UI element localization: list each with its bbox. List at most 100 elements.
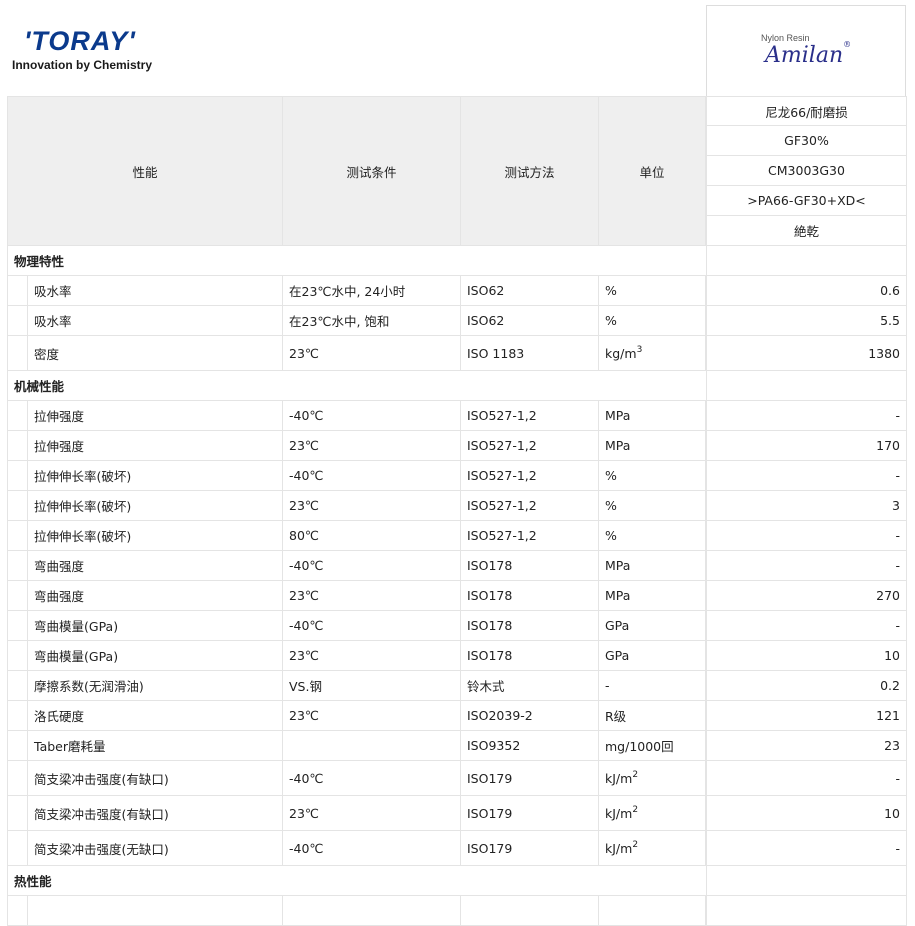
cell-unit: GPa bbox=[599, 611, 706, 641]
cell-value: 270 bbox=[706, 581, 907, 611]
table-row: 简支梁冲击强度(有缺口) 23℃ ISO179 kJ/m 2 10 bbox=[7, 796, 907, 831]
cell-unit: % bbox=[599, 276, 706, 306]
header-iso-designation: >PA66-GF30+XD< bbox=[706, 186, 907, 216]
empty-cell bbox=[461, 896, 599, 926]
table-row: 拉伸伸长率(破坏) 80℃ ISO527-1,2% - bbox=[7, 521, 907, 551]
table-row: 弯曲模量(GPa) 23℃ ISO178 GPa 10 bbox=[7, 641, 907, 671]
section-title: 机械性能 bbox=[7, 371, 706, 401]
brand-tagline: Innovation by Chemistry bbox=[12, 58, 153, 72]
cell-property: 简支梁冲击强度(有缺口) bbox=[27, 761, 283, 796]
cell-unit: MPa bbox=[599, 401, 706, 431]
cell-unit: % bbox=[599, 491, 706, 521]
table-row: 摩擦系数(无润滑油) VS.钢 铃木式 - 0.2 bbox=[7, 671, 907, 701]
unit-text: % bbox=[605, 283, 617, 298]
empty-cell bbox=[283, 896, 461, 926]
table-row: 简支梁冲击强度(无缺口) -40℃ ISO179 kJ/m 2- bbox=[7, 831, 907, 866]
unit-text: % bbox=[605, 498, 617, 513]
table-row: 洛氏硬度 23℃ ISO2039-2 R级 121 bbox=[7, 701, 907, 731]
section-value-cell bbox=[706, 246, 907, 276]
section-value-cell bbox=[706, 371, 907, 401]
product-name: Amilan bbox=[765, 43, 844, 68]
cell-method: ISO527-1,2 bbox=[461, 521, 599, 551]
table-header: 性能 测试条件 测试方法 单位 尼龙66/耐磨损 GF30% CM3003G30… bbox=[7, 96, 907, 246]
cell-method: ISO179 bbox=[461, 831, 599, 866]
unit-text: mg/1000回 bbox=[605, 739, 674, 754]
cell-condition: 23℃ bbox=[283, 336, 461, 371]
cell-method: ISO178 bbox=[461, 581, 599, 611]
row-indent bbox=[7, 491, 27, 521]
unit-text: MPa bbox=[605, 558, 631, 573]
cell-value: - bbox=[706, 551, 907, 581]
unit-text: kg/m bbox=[605, 345, 637, 361]
header-grade-code: CM3003G30 bbox=[706, 156, 907, 186]
empty-cell bbox=[599, 896, 706, 926]
row-indent bbox=[7, 731, 27, 761]
cell-method: ISO527-1,2 bbox=[461, 431, 599, 461]
cell-condition bbox=[283, 731, 461, 761]
header-unit: 单位 bbox=[599, 96, 706, 246]
row-indent bbox=[7, 461, 27, 491]
row-indent bbox=[7, 581, 27, 611]
unit-text: GPa bbox=[605, 648, 630, 663]
table-row: Taber磨耗量 ISO9352 mg/1000回 23 bbox=[7, 731, 907, 761]
cell-method: ISO178 bbox=[461, 551, 599, 581]
cell-property: 洛氏硬度 bbox=[27, 701, 283, 731]
unit-exponent: 2 bbox=[632, 805, 639, 815]
cell-value: - bbox=[706, 521, 907, 551]
row-indent bbox=[7, 401, 27, 431]
cell-value: 23 bbox=[706, 731, 907, 761]
section-title: 物理特性 bbox=[7, 246, 706, 276]
cell-condition: -40℃ bbox=[283, 551, 461, 581]
row-indent bbox=[7, 611, 27, 641]
cell-property: 密度 bbox=[27, 336, 283, 371]
cell-unit: MPa bbox=[599, 551, 706, 581]
table-row: 密度 23℃ ISO 1183 kg/m 3 1380 bbox=[7, 336, 907, 371]
cell-property: 简支梁冲击强度(有缺口) bbox=[27, 796, 283, 831]
cell-property: 弯曲强度 bbox=[27, 581, 283, 611]
cell-value: 5.5 bbox=[706, 306, 907, 336]
cell-condition: 23℃ bbox=[283, 701, 461, 731]
registered-mark: ® bbox=[843, 40, 852, 49]
table-row: 弯曲模量(GPa) -40℃ ISO178 GPa - bbox=[7, 611, 907, 641]
cell-property: 摩擦系数(无润滑油) bbox=[27, 671, 283, 701]
unit-text: kJ/m bbox=[605, 840, 633, 856]
cell-unit: kJ/m 2 bbox=[599, 796, 706, 831]
row-indent bbox=[7, 796, 27, 831]
cell-unit: kJ/m 2 bbox=[599, 831, 706, 866]
cell-unit: % bbox=[599, 461, 706, 491]
cell-value: - bbox=[706, 461, 907, 491]
cell-unit: % bbox=[599, 521, 706, 551]
unit-text: kJ/m bbox=[605, 805, 633, 821]
cell-value: 1380 bbox=[706, 336, 907, 371]
product-logo-box: Nylon Resin Amilan® bbox=[706, 5, 906, 96]
unit-exponent: 2 bbox=[632, 840, 639, 850]
header-condition: 测试条件 bbox=[283, 96, 461, 246]
cell-value: 121 bbox=[706, 701, 907, 731]
empty-cell bbox=[7, 896, 27, 926]
cell-method: 铃木式 bbox=[461, 671, 599, 701]
unit-text: MPa bbox=[605, 438, 631, 453]
cell-unit: mg/1000回 bbox=[599, 731, 706, 761]
section-row: 机械性能 bbox=[7, 371, 907, 401]
cell-unit: kg/m 3 bbox=[599, 336, 706, 371]
row-indent bbox=[7, 336, 27, 371]
table-row: 拉伸强度 -40℃ ISO527-1,2 MPa - bbox=[7, 401, 907, 431]
table-row: 拉伸强度 23℃ ISO527-1,2 MPa 170 bbox=[7, 431, 907, 461]
row-indent bbox=[7, 831, 27, 866]
cell-unit: R级 bbox=[599, 701, 706, 731]
cell-method: ISO 1183 bbox=[461, 336, 599, 371]
cell-property: 拉伸伸长率(破坏) bbox=[27, 521, 283, 551]
cell-method: ISO527-1,2 bbox=[461, 401, 599, 431]
section-title: 热性能 bbox=[7, 866, 706, 896]
cell-method: ISO62 bbox=[461, 276, 599, 306]
empty-cell bbox=[706, 896, 907, 926]
cell-method: ISO9352 bbox=[461, 731, 599, 761]
unit-exponent: 3 bbox=[636, 345, 643, 355]
cell-value: - bbox=[706, 761, 907, 796]
table-row: 拉伸伸长率(破坏) -40℃ ISO527-1,2% - bbox=[7, 461, 907, 491]
unit-text: - bbox=[605, 678, 610, 693]
cell-unit: kJ/m 2 bbox=[599, 761, 706, 796]
cell-value: 3 bbox=[706, 491, 907, 521]
cell-condition: 80℃ bbox=[283, 521, 461, 551]
cell-condition: -40℃ bbox=[283, 831, 461, 866]
